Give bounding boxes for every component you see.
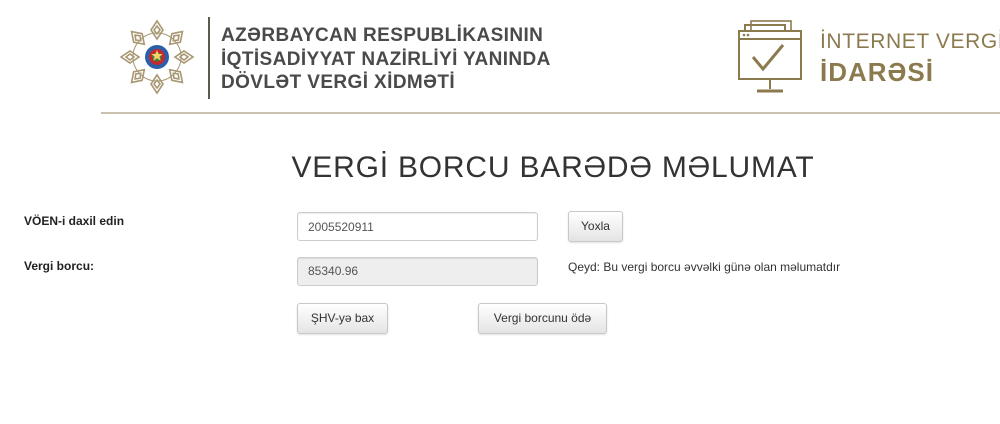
state-emblem-icon	[120, 19, 194, 94]
debt-note: Qeyd: Bu vergi borcu əvvəlki günə olan m…	[568, 260, 841, 274]
page-title: VERGİ BORCU BARƏDƏ MƏLUMAT	[291, 151, 815, 184]
voen-label: VÖEN-i daxil edin	[24, 214, 125, 228]
check-button[interactable]: Yoxla	[568, 211, 623, 242]
site-header: AZƏRBAYCAN RESPUBLİKASININ İQTİSADİYYAT …	[0, 0, 1000, 115]
view-shv-button[interactable]: ŞHV-yə bax	[297, 303, 388, 334]
header-divider	[208, 17, 210, 99]
ministry-name-line-1: AZƏRBAYCAN RESPUBLİKASININ	[221, 25, 544, 46]
voen-input[interactable]	[297, 212, 538, 241]
debt-label: Vergi borcu:	[24, 259, 95, 273]
header-rule	[101, 112, 1000, 114]
debt-amount-field: 85340.96	[297, 257, 538, 286]
ministry-name-line-3: DÖVLƏT VERGİ XİDMƏTİ	[221, 72, 456, 93]
portal-name-line-1: İNTERNET VERGİ	[820, 30, 1000, 53]
ministry-name-line-2: İQTİSADİYYAT NAZİRLİYİ YANINDA	[221, 49, 551, 70]
monitor-checkmark-icon	[738, 20, 802, 93]
pay-tax-debt-button[interactable]: Vergi borcunu ödə	[478, 303, 607, 334]
portal-name-line-2: İDARƏSİ	[820, 57, 934, 87]
